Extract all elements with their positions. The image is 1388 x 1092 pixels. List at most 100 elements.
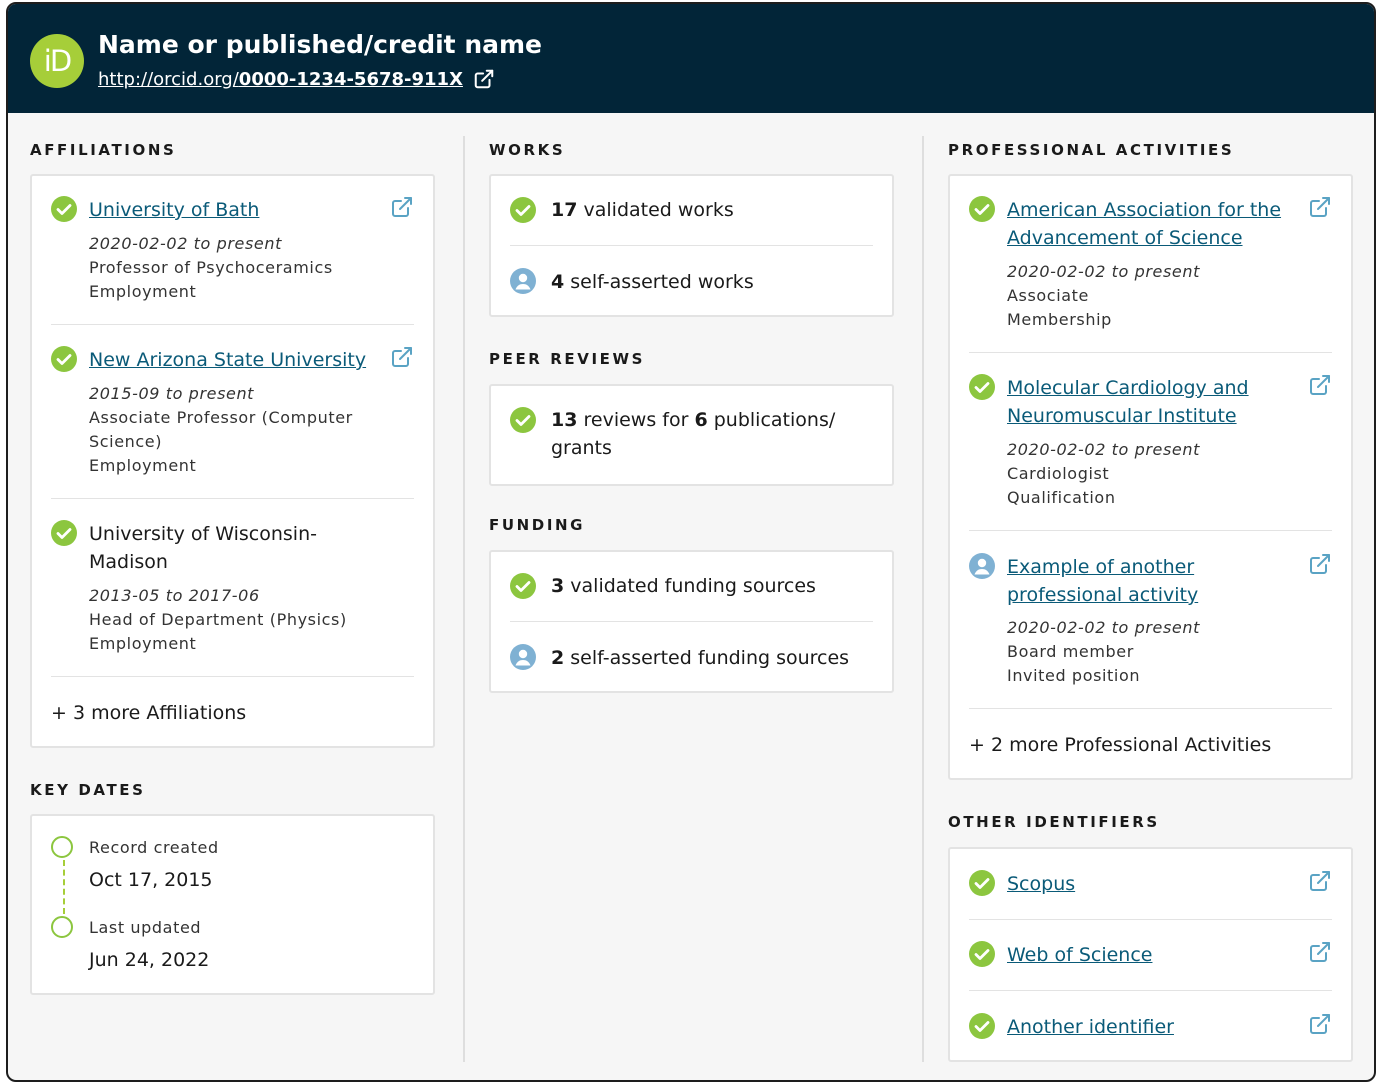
check-circle-icon bbox=[510, 407, 536, 433]
divider bbox=[969, 530, 1332, 531]
professional-activities-card: American Association for the Advancement… bbox=[948, 174, 1353, 780]
peer-reviews-heading: PEER REVIEWS bbox=[489, 350, 646, 368]
timeline-node-icon bbox=[51, 836, 73, 858]
external-link-icon[interactable] bbox=[1308, 869, 1332, 893]
funding-card: 3 validated funding sources 2 self-asser… bbox=[489, 550, 894, 693]
check-circle-icon bbox=[51, 196, 77, 222]
orcid-id: 0000-1234-5678-911X bbox=[238, 68, 463, 90]
external-link-icon[interactable] bbox=[1308, 1012, 1332, 1036]
last-updated-label: Last updated bbox=[89, 918, 202, 937]
check-circle-icon bbox=[969, 941, 995, 967]
count-label: self-asserted works bbox=[570, 271, 754, 293]
activity-link[interactable]: Example of another professional activity bbox=[1007, 553, 1237, 609]
funding-heading: FUNDING bbox=[489, 516, 586, 534]
affiliation-role: Head of Department (Physics) bbox=[89, 610, 347, 629]
record-created-label: Record created bbox=[89, 838, 219, 857]
affiliation-dates: 2020-02-02 to present bbox=[89, 234, 282, 253]
count-number: 4 bbox=[551, 271, 565, 293]
external-link-icon[interactable] bbox=[1308, 373, 1332, 397]
divider bbox=[969, 919, 1332, 920]
external-link-icon[interactable] bbox=[390, 345, 414, 369]
key-dates-heading: KEY DATES bbox=[30, 781, 146, 799]
affiliation-dates: 2013-05 to 2017-06 bbox=[89, 586, 260, 605]
self-asserted-works-count[interactable]: 4 self-asserted works bbox=[551, 268, 754, 296]
affiliation-role: Professor of Psychoceramics bbox=[89, 258, 333, 277]
identifier-link[interactable]: Another identifier bbox=[1007, 1013, 1174, 1041]
record-header: iD Name or published/credit name http://… bbox=[8, 4, 1374, 113]
column-divider bbox=[922, 136, 924, 1062]
activity-role: Board member bbox=[1007, 642, 1134, 661]
check-circle-icon bbox=[510, 573, 536, 599]
activity-dates: 2020-02-02 to present bbox=[1007, 440, 1200, 459]
other-identifiers-heading: OTHER IDENTIFIERS bbox=[948, 813, 1160, 831]
count-number: 3 bbox=[551, 575, 565, 597]
more-affiliations-link[interactable]: + 3 more Affiliations bbox=[51, 702, 246, 724]
affiliation-link[interactable]: New Arizona State University bbox=[89, 346, 366, 374]
affiliation-name: University of Wisconsin-Madison bbox=[89, 523, 317, 573]
check-circle-icon bbox=[510, 197, 536, 223]
count-number: 2 bbox=[551, 647, 565, 669]
divider bbox=[969, 352, 1332, 353]
peer-reviews-count[interactable]: 13 reviews for 6 publications/ grants bbox=[551, 406, 851, 462]
check-circle-icon bbox=[969, 1013, 995, 1039]
activity-link[interactable]: American Association for the Advancement… bbox=[1007, 196, 1297, 252]
divider bbox=[510, 245, 873, 246]
divider bbox=[510, 621, 873, 622]
timeline-line bbox=[63, 860, 65, 914]
count-number: 6 bbox=[694, 409, 708, 431]
other-identifiers-card: Scopus Web of Science Another identifier bbox=[948, 847, 1353, 1062]
activity-type: Membership bbox=[1007, 310, 1112, 329]
affiliation-dates: 2015-09 to present bbox=[89, 384, 255, 403]
works-heading: WORKS bbox=[489, 141, 566, 159]
count-number: 13 bbox=[551, 409, 578, 431]
affiliations-card: University of Bath 2020-02-02 to present… bbox=[30, 174, 435, 748]
activity-dates: 2020-02-02 to present bbox=[1007, 618, 1200, 637]
count-label: reviews for bbox=[583, 409, 689, 431]
activity-type: Invited position bbox=[1007, 666, 1141, 685]
key-dates-card: Record created Oct 17, 2015 Last updated… bbox=[30, 814, 435, 995]
count-number: 17 bbox=[551, 199, 578, 221]
check-circle-icon bbox=[51, 346, 77, 372]
orcid-record-summary: iD Name or published/credit name http://… bbox=[6, 2, 1376, 1082]
count-label: validated works bbox=[583, 199, 734, 221]
orcid-url-link[interactable]: http://orcid.org/0000-1234-5678-911X bbox=[98, 68, 495, 90]
divider bbox=[51, 676, 414, 677]
validated-works-count[interactable]: 17 validated works bbox=[551, 196, 734, 224]
affiliation-link[interactable]: University of Bath bbox=[89, 196, 259, 224]
count-label: self-asserted funding sources bbox=[570, 647, 850, 669]
external-link-icon[interactable] bbox=[1308, 552, 1332, 576]
activity-type: Qualification bbox=[1007, 488, 1116, 507]
record-created-date: Oct 17, 2015 bbox=[89, 869, 213, 891]
activity-role: Associate bbox=[1007, 286, 1089, 305]
affiliation-type: Employment bbox=[89, 456, 197, 475]
works-card: 17 validated works 4 self-asserted works bbox=[489, 174, 894, 317]
external-link-icon[interactable] bbox=[473, 68, 495, 90]
last-updated-date: Jun 24, 2022 bbox=[89, 949, 210, 971]
check-circle-icon bbox=[969, 374, 995, 400]
timeline-node-icon bbox=[51, 916, 73, 938]
external-link-icon[interactable] bbox=[390, 195, 414, 219]
divider bbox=[969, 990, 1332, 991]
external-link-icon[interactable] bbox=[1308, 940, 1332, 964]
professional-activities-heading: PROFESSIONAL ACTIVITIES bbox=[948, 141, 1235, 159]
identifier-link[interactable]: Web of Science bbox=[1007, 941, 1152, 969]
affiliations-heading: AFFILIATIONS bbox=[30, 141, 177, 159]
identifier-link[interactable]: Scopus bbox=[1007, 870, 1075, 898]
column-divider bbox=[463, 136, 465, 1062]
activity-link[interactable]: Molecular Cardiology and Neuromuscular I… bbox=[1007, 374, 1277, 430]
orcid-url-prefix: http://orcid.org/ bbox=[98, 68, 239, 90]
activity-dates: 2020-02-02 to present bbox=[1007, 262, 1200, 281]
validated-funding-count[interactable]: 3 validated funding sources bbox=[551, 572, 816, 600]
self-asserted-funding-count[interactable]: 2 self-asserted funding sources bbox=[551, 644, 849, 672]
affiliation-type: Employment bbox=[89, 282, 197, 301]
check-circle-icon bbox=[969, 870, 995, 896]
person-circle-icon bbox=[510, 268, 536, 294]
peer-reviews-card: 13 reviews for 6 publications/ grants bbox=[489, 384, 894, 486]
person-circle-icon bbox=[969, 553, 995, 579]
external-link-icon[interactable] bbox=[1308, 195, 1332, 219]
orcid-logo: iD bbox=[30, 34, 84, 88]
more-activities-link[interactable]: + 2 more Professional Activities bbox=[969, 734, 1271, 756]
activity-role: Cardiologist bbox=[1007, 464, 1110, 483]
count-label: validated funding sources bbox=[570, 575, 816, 597]
check-circle-icon bbox=[51, 520, 77, 546]
